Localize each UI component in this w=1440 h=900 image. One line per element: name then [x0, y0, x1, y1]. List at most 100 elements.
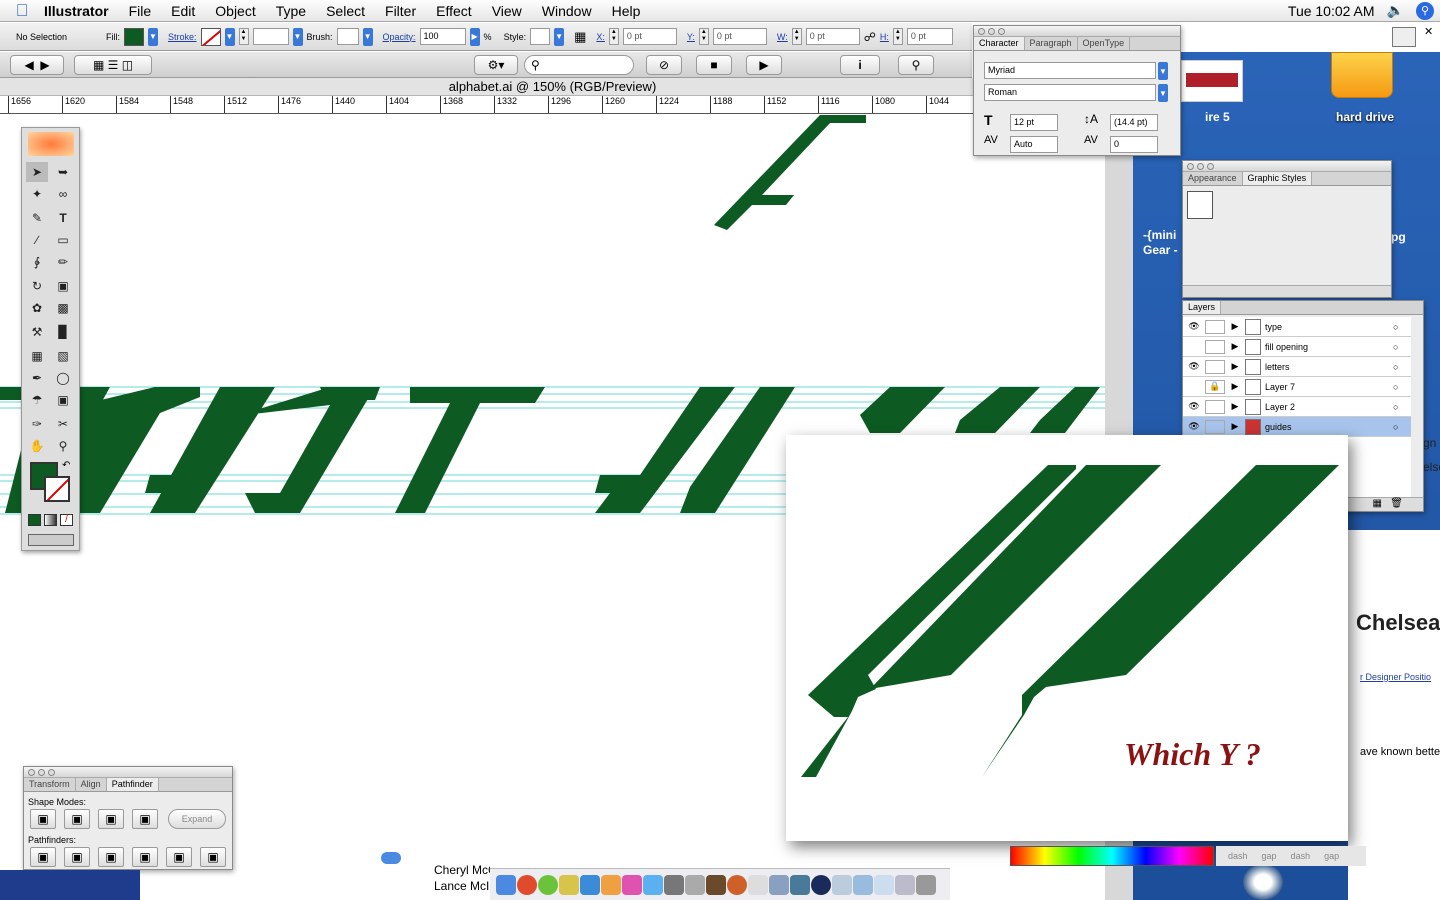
font-style-dropdown-icon[interactable]: ▼ — [1158, 84, 1168, 102]
app-dock-icon[interactable] — [727, 874, 747, 895]
itunes-dock-icon[interactable] — [643, 874, 663, 895]
opacity-dropdown-icon[interactable]: ▶ — [469, 27, 480, 46]
outline-button[interactable]: ▣ — [166, 847, 192, 867]
zoom-search-button[interactable]: ⚲ — [898, 55, 934, 75]
y-field[interactable]: 0 pt — [712, 28, 767, 45]
layer-row-selected[interactable]: 👁 ▶ guides ○ — [1183, 417, 1411, 437]
lock-toggle[interactable] — [1205, 419, 1225, 434]
zoom-tool-icon[interactable]: ⚲ — [52, 436, 74, 456]
selection-tool-icon[interactable]: ➤ — [26, 162, 48, 182]
reference-point-icon[interactable]: ▦ — [574, 29, 586, 45]
app-dock-icon[interactable] — [790, 874, 810, 895]
app-dock-icon[interactable] — [748, 874, 768, 895]
layer-name[interactable]: fill opening — [1265, 342, 1393, 352]
type-tool-icon[interactable]: T — [52, 208, 74, 228]
search-field[interactable]: ⚲ — [524, 55, 634, 75]
app-dock-icon[interactable] — [622, 874, 642, 895]
target-icon[interactable]: ○ — [1393, 402, 1411, 412]
stroke-swatch[interactable] — [200, 27, 221, 46]
free-transform-tool-icon[interactable]: ▩ — [52, 298, 74, 318]
menu-effect[interactable]: Effect — [426, 3, 482, 19]
volume-icon[interactable]: 🔈 — [1387, 2, 1404, 19]
opacity-field[interactable]: 100 — [419, 28, 466, 45]
tab-transform[interactable]: Transform — [24, 778, 76, 791]
live-paint-selection-tool-icon[interactable]: ▣ — [52, 390, 74, 410]
x-field[interactable]: 0 pt — [622, 28, 677, 45]
pathfinder-panel-titlebar[interactable] — [24, 767, 232, 778]
layer-row[interactable]: 👁 ▶ type ○ — [1183, 317, 1411, 337]
menu-filter[interactable]: Filter — [375, 3, 426, 19]
font-family-dropdown-icon[interactable]: ▼ — [1158, 62, 1168, 80]
pencil-tool-icon[interactable]: ✏ — [52, 252, 74, 272]
lock-icon[interactable]: 🔒 — [1205, 379, 1225, 394]
tab-paragraph[interactable]: Paragraph — [1025, 37, 1078, 50]
hand-tool-icon[interactable]: ✋ — [26, 436, 48, 456]
back-forward-button[interactable]: ◀ ▶ — [10, 55, 64, 75]
tracking-field[interactable]: 0 — [1110, 136, 1158, 153]
font-style-field[interactable]: Roman — [984, 84, 1156, 101]
blend-tool-icon[interactable]: ◯ — [52, 368, 74, 388]
h-field[interactable]: 0 pt — [906, 28, 953, 45]
email-sender-1[interactable]: Cheryl McCaulley — [434, 862, 490, 878]
layer-row[interactable]: 👁 ▶ Layer 2 ○ — [1183, 397, 1411, 417]
pen-tool-icon[interactable]: ✎ — [26, 208, 48, 228]
tab-graphic-styles[interactable]: Graphic Styles — [1242, 172, 1313, 185]
scale-tool-icon[interactable]: ▣ — [52, 276, 74, 296]
ichat-dock-icon[interactable] — [538, 874, 558, 895]
constrain-link-icon[interactable]: ☍ — [864, 30, 876, 44]
gradient-tool-icon[interactable]: ▧ — [52, 346, 74, 366]
lock-toggle[interactable] — [1205, 319, 1225, 334]
layer-name[interactable]: letters — [1265, 362, 1393, 372]
expand-triangle-icon[interactable]: ▶ — [1225, 341, 1245, 352]
x-stepper[interactable]: ▲ ▼ — [608, 28, 619, 45]
trash-dock-icon[interactable] — [916, 874, 936, 895]
target-icon[interactable]: ○ — [1393, 342, 1411, 352]
close-control-icon[interactable]: ✕ — [1424, 25, 1433, 38]
tab-align[interactable]: Align — [76, 778, 107, 791]
menu-type[interactable]: Type — [266, 3, 316, 19]
layer-row[interactable]: 🔒 ▶ Layer 7 ○ — [1183, 377, 1411, 397]
expand-button[interactable]: Expand — [168, 809, 226, 829]
menu-object[interactable]: Object — [205, 3, 265, 19]
target-icon[interactable]: ○ — [1393, 422, 1411, 432]
layer-row[interactable]: 👁 ▶ letters ○ — [1183, 357, 1411, 377]
opacity-label[interactable]: Opacity: — [383, 32, 416, 42]
h-label[interactable]: H: — [880, 32, 889, 42]
expand-triangle-icon[interactable]: ▶ — [1225, 401, 1245, 412]
eyedropper-tool-icon[interactable]: ✒ — [26, 368, 48, 388]
menu-extra-icon[interactable] — [1392, 27, 1416, 47]
app-dock-icon[interactable] — [769, 874, 789, 895]
slice-tool-icon[interactable]: ✑ — [26, 414, 48, 434]
crop-button[interactable]: ▣ — [132, 847, 158, 867]
h-stepper[interactable]: ▲ ▼ — [892, 28, 903, 45]
mascot-icon[interactable] — [1243, 864, 1283, 900]
target-icon[interactable]: ○ — [1393, 362, 1411, 372]
menu-select[interactable]: Select — [316, 3, 375, 19]
y-label[interactable]: Y: — [687, 32, 695, 42]
stroke-label[interactable]: Stroke: — [168, 32, 197, 42]
paintbrush-tool-icon[interactable]: ∳ — [26, 252, 48, 272]
play-button[interactable]: ▶ — [746, 55, 782, 75]
w-stepper[interactable]: ▲ ▼ — [791, 28, 802, 45]
mesh-tool-icon[interactable]: ▦ — [26, 346, 48, 366]
trim-button[interactable]: ▣ — [64, 847, 90, 867]
divide-button[interactable]: ▣ — [30, 847, 56, 867]
lock-toggle[interactable] — [1205, 339, 1225, 354]
stop-square-button[interactable]: ■ — [696, 55, 732, 75]
menu-help[interactable]: Help — [602, 3, 651, 19]
warp-tool-icon[interactable]: ✿ — [26, 298, 48, 318]
exclude-shape-button[interactable]: ▣ — [132, 809, 158, 829]
w-label[interactable]: W: — [777, 32, 788, 42]
x-label[interactable]: X: — [596, 32, 605, 42]
lasso-tool-icon[interactable]: ∞ — [52, 184, 74, 204]
symbol-sprayer-tool-icon[interactable]: ⚒ — [26, 322, 48, 342]
y-stepper[interactable]: ▲ ▼ — [698, 28, 709, 45]
email-sender-2[interactable]: Lance McI — [434, 878, 490, 894]
graph-tool-icon[interactable]: ▉ — [52, 322, 74, 342]
menu-app-name[interactable]: Illustrator — [44, 3, 119, 19]
app-dock-icon[interactable] — [811, 874, 831, 895]
font-size-field[interactable]: 12 pt — [1010, 114, 1058, 131]
layer-name[interactable]: type — [1265, 322, 1393, 332]
color-spectrum-bar[interactable] — [1010, 846, 1214, 866]
menu-window[interactable]: Window — [532, 3, 602, 19]
